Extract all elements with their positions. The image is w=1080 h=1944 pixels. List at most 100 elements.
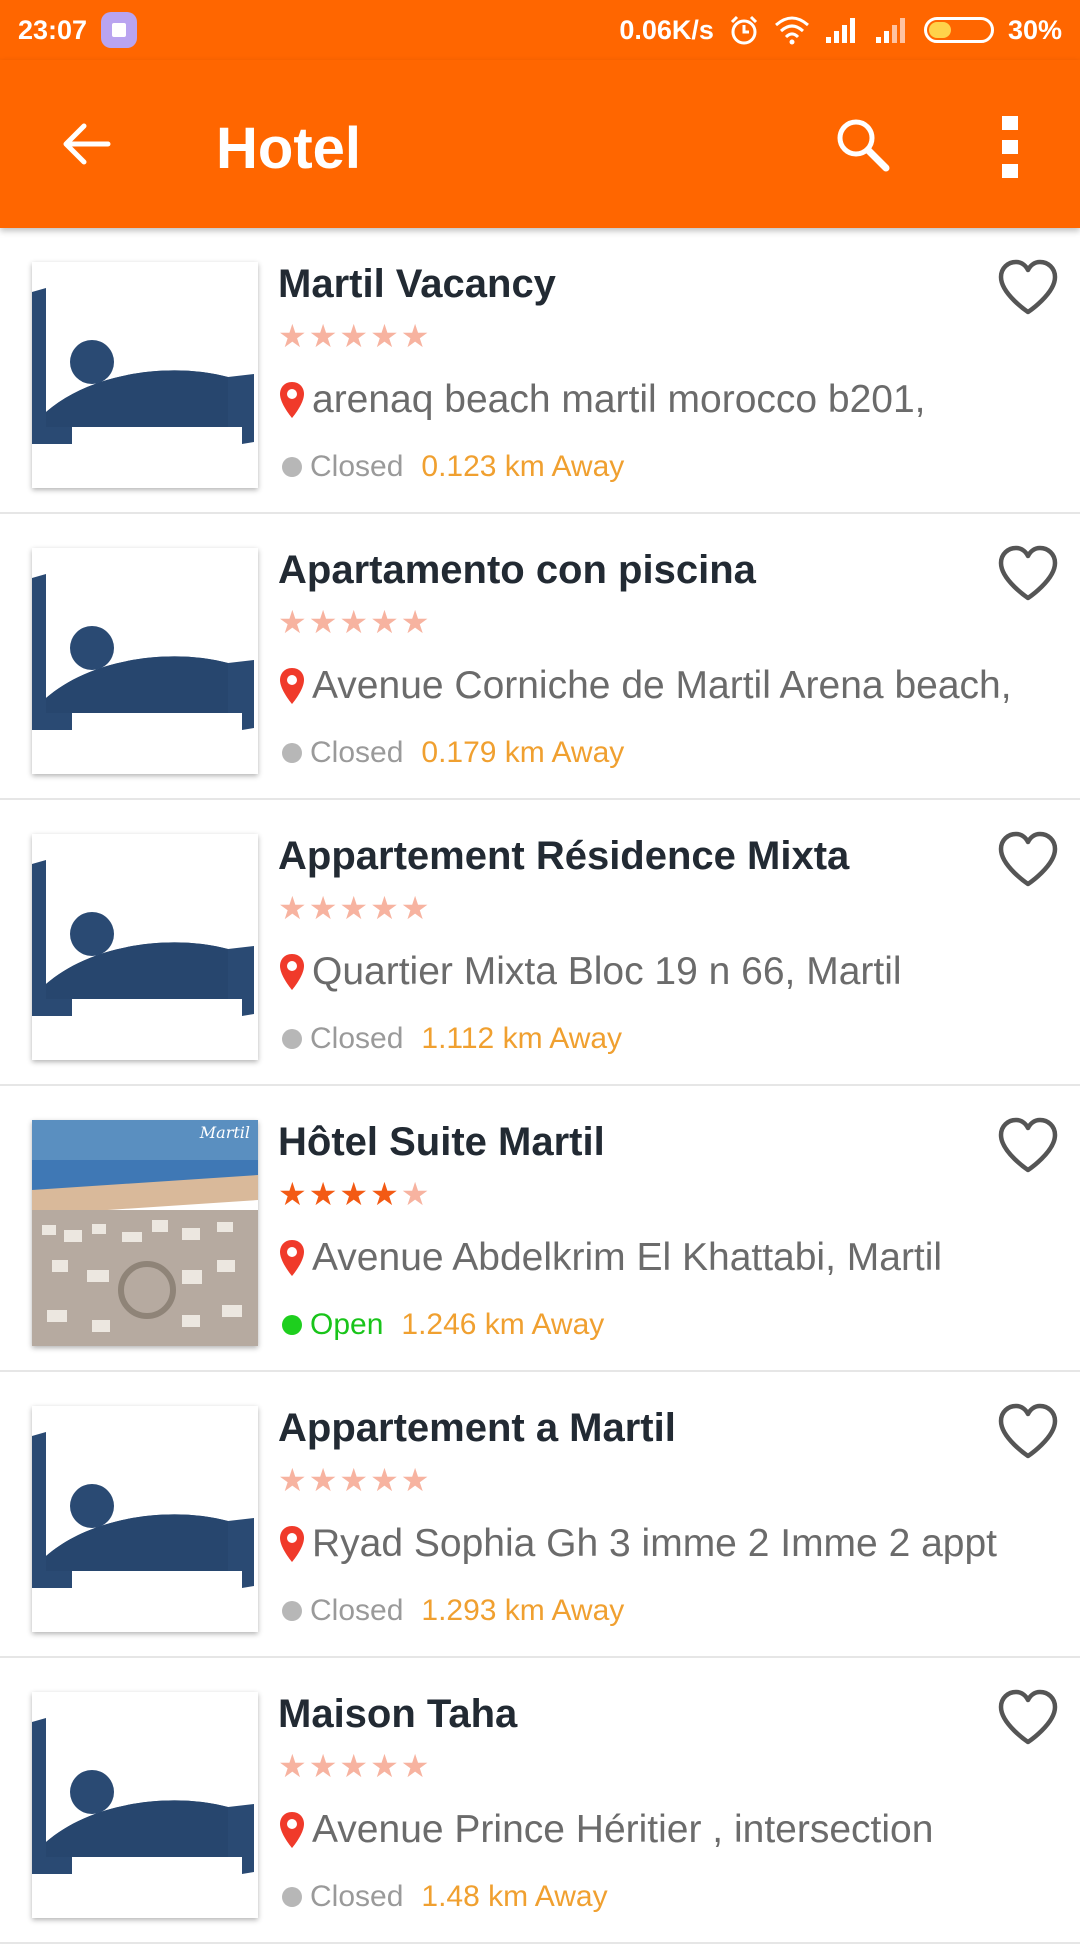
hotel-name: Apartamento con piscina: [278, 548, 756, 592]
hotel-list-item[interactable]: Martil Vacancy ★ ★ ★ ★ ★ arenaq beach martil…: [0, 228, 1080, 514]
network-speed: 0.06K/s: [619, 14, 714, 45]
bed-icon: [32, 1432, 254, 1588]
bed-icon: [32, 1718, 254, 1874]
star-icon: ★: [400, 890, 430, 926]
star-icon: ★: [308, 318, 338, 354]
hotel-name: Appartement Résidence Mixta: [278, 834, 850, 878]
hotel-thumbnail: [32, 262, 258, 488]
star-icon: ★: [278, 604, 307, 640]
hotel-address: Ryad Sophia Gh 3 imme 2 Imme 2 appt: [278, 1522, 997, 1566]
favorite-heart-icon[interactable]: [996, 1116, 1060, 1176]
status-dot-icon: [282, 457, 302, 477]
location-pin-icon: [280, 668, 304, 704]
status-text: Open: [310, 1308, 384, 1341]
wifi-icon: [774, 16, 809, 45]
hotel-list-item[interactable]: Appartement Résidence Mixta ★ ★ ★ ★ ★ Quarti…: [0, 800, 1080, 1086]
status-text: Closed: [310, 1594, 404, 1627]
hotel-thumbnail: [32, 1692, 258, 1918]
status-bar: 23:07 0.06K/s 30%: [0, 0, 1080, 60]
star-icon: ★: [308, 1462, 338, 1498]
hotel-list-item[interactable]: Appartement a Martil ★ ★ ★ ★ ★ Ryad Sophia G…: [0, 1372, 1080, 1658]
star-icon: ★: [370, 890, 399, 926]
star-icon: ★: [400, 604, 430, 640]
hotel-status: Closed 1.48 km Away: [282, 1880, 608, 1914]
star-icon: ★: [308, 890, 338, 926]
star-icon: ★: [400, 318, 430, 354]
star-icon: ★: [400, 1748, 430, 1784]
hotel-list-item[interactable]: Maison Taha ★ ★ ★ ★ ★ Avenue Prince Héritier…: [0, 1658, 1080, 1944]
hotel-status: Closed 0.123 km Away: [282, 450, 624, 484]
hotel-address: arenaq beach martil morocco b201,: [278, 378, 926, 422]
status-time: 23:07: [18, 14, 88, 45]
hotel-thumbnail: [32, 548, 258, 774]
status-dot-icon: [282, 1029, 302, 1049]
distance-text: 1.112 km Away: [421, 1022, 623, 1055]
hotel-list: Martil Vacancy ★ ★ ★ ★ ★ arenaq beach martil…: [0, 228, 1080, 1944]
search-icon[interactable]: [832, 114, 892, 174]
status-bar-left: 23:07: [18, 12, 138, 48]
star-icon: ★: [400, 1176, 430, 1212]
bed-icon: [32, 288, 254, 444]
hotel-address-text: arenaq beach martil morocco b201,: [312, 378, 926, 421]
status-bar-right: 0.06K/s 30%: [619, 14, 1062, 46]
hotel-address: Avenue Prince Héritier , intersection: [278, 1808, 933, 1852]
status-text: Closed: [310, 1022, 404, 1055]
app-bar: Hotel: [0, 60, 1080, 228]
location-pin-icon: [280, 1526, 304, 1562]
favorite-heart-icon[interactable]: [996, 1688, 1060, 1748]
rating-stars: ★ ★ ★ ★ ★: [278, 604, 429, 640]
status-text: Closed: [310, 1880, 404, 1913]
star-icon: ★: [308, 1748, 338, 1784]
arrow-left-icon[interactable]: [58, 116, 114, 172]
hotel-thumbnail: Martil: [32, 1120, 258, 1346]
favorite-heart-icon[interactable]: [996, 830, 1060, 890]
hotel-name: Appartement a Martil: [278, 1406, 676, 1450]
signal-icon: [875, 18, 905, 43]
star-icon: ★: [339, 1748, 369, 1784]
hotel-address-text: Avenue Abdelkrim El Khattabi, Martil: [312, 1236, 943, 1279]
hotel-status: Open 1.246 km Away: [282, 1308, 604, 1342]
more-vertical-icon[interactable]: [990, 112, 1030, 182]
battery-percent: 30%: [1007, 14, 1062, 45]
app-notification-icon: [101, 12, 138, 48]
hotel-address-text: Avenue Prince Héritier , intersection: [312, 1808, 934, 1851]
rating-stars: ★ ★ ★ ★ ★: [278, 1462, 429, 1498]
distance-text: 0.179 km Away: [421, 736, 625, 769]
hotel-name: Maison Taha: [278, 1692, 518, 1736]
star-icon: ★: [370, 1462, 399, 1498]
star-icon: ★: [278, 1748, 307, 1784]
star-icon: ★: [339, 1462, 369, 1498]
hotel-list-item[interactable]: Martil Hôtel Suite Martil ★ ★ ★ ★ ★ Avenue A…: [0, 1086, 1080, 1372]
favorite-heart-icon[interactable]: [996, 1402, 1060, 1462]
distance-text: 1.293 km Away: [421, 1594, 625, 1627]
distance-text: 1.48 km Away: [421, 1880, 608, 1913]
hotel-photo: Martil: [32, 1120, 258, 1346]
hotel-name: Martil Vacancy: [278, 262, 556, 306]
star-icon: ★: [339, 1176, 369, 1212]
hotel-address-text: Quartier Mixta Bloc 19 n 66, Martil: [312, 950, 902, 993]
status-dot-icon: [282, 1315, 302, 1335]
hotel-status: Closed 1.293 km Away: [282, 1594, 624, 1628]
favorite-heart-icon[interactable]: [996, 258, 1060, 318]
battery-icon: [923, 17, 994, 43]
svg-text:Martil: Martil: [199, 1123, 250, 1142]
hotel-status: Closed 1.112 km Away: [282, 1022, 622, 1056]
star-icon: ★: [370, 1176, 399, 1212]
page-title: Hotel: [216, 116, 361, 181]
location-pin-icon: [280, 954, 304, 990]
star-icon: ★: [278, 890, 307, 926]
star-icon: ★: [308, 1176, 338, 1212]
hotel-address-text: Avenue Corniche de Martil Arena beach,: [312, 664, 1012, 707]
favorite-heart-icon[interactable]: [996, 544, 1060, 604]
status-dot-icon: [282, 1887, 302, 1907]
signal-icon: [825, 18, 855, 43]
star-icon: ★: [370, 1748, 399, 1784]
status-text: Closed: [310, 736, 404, 769]
distance-text: 1.246 km Away: [401, 1308, 605, 1341]
bed-icon: [32, 574, 254, 730]
hotel-thumbnail: [32, 1406, 258, 1632]
status-dot-icon: [282, 743, 302, 763]
location-pin-icon: [280, 382, 304, 418]
hotel-list-item[interactable]: Apartamento con piscina ★ ★ ★ ★ ★ Avenue Cor…: [0, 514, 1080, 800]
star-icon: ★: [308, 604, 338, 640]
